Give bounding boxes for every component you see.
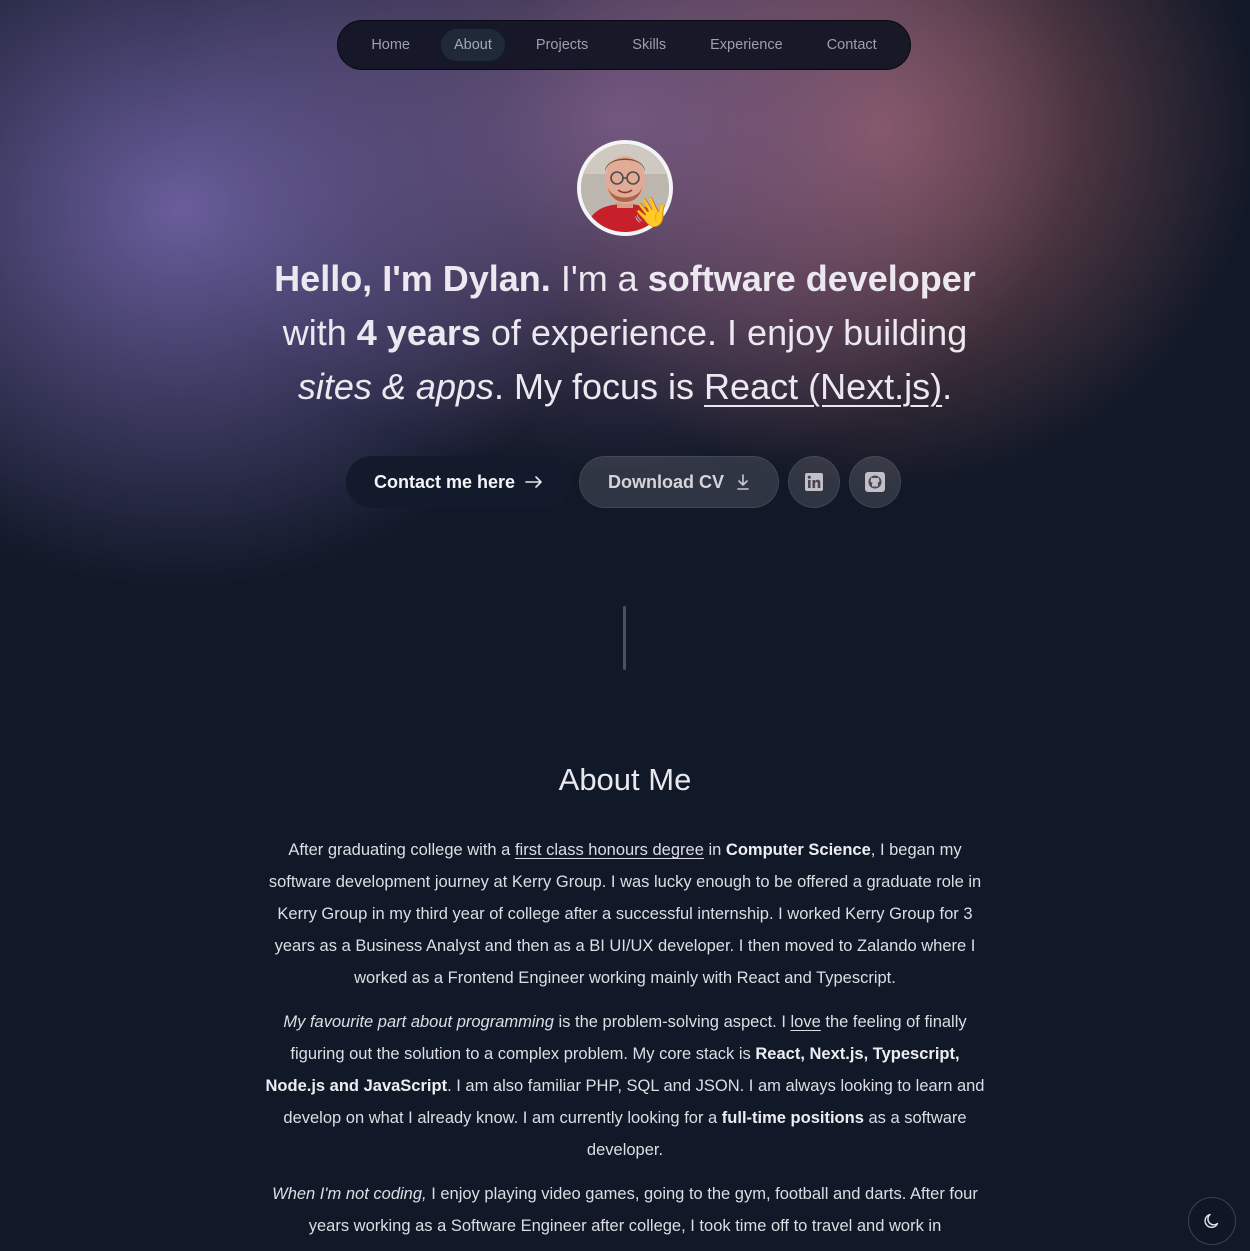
about-italic: My favourite part about programming — [283, 1013, 554, 1031]
linkedin-button[interactable] — [788, 456, 840, 508]
headline-role: software developer — [647, 258, 976, 299]
arrow-right-icon — [525, 476, 542, 488]
about-text: is the problem-solving aspect. I — [553, 1013, 791, 1031]
about-paragraph-2: My favourite part about programming is t… — [262, 1006, 988, 1166]
about-italic: When I'm not coding, — [272, 1185, 427, 1203]
honours-degree-link[interactable]: first class honours degree — [515, 841, 704, 859]
download-cv-label: Download CV — [608, 471, 724, 492]
headline-text: . My focus is — [494, 366, 705, 407]
headline-text: of experience. I enjoy building — [480, 312, 968, 353]
top-navigation: Home About Projects Skills Experience Co… — [337, 20, 911, 70]
headline-text: I'm a — [550, 258, 648, 299]
headline-text: . — [942, 366, 953, 407]
download-icon — [737, 474, 749, 490]
github-icon — [865, 472, 885, 492]
nav-item-about[interactable]: About — [441, 29, 505, 61]
waving-hand-icon: 👋 — [632, 196, 670, 229]
about-title: About Me — [558, 762, 692, 797]
about-paragraph-1: After graduating college with a first cl… — [262, 834, 988, 994]
headline-text: with — [282, 312, 357, 353]
contact-me-label: Contact me here — [373, 471, 516, 492]
about-text: , I began my software development journe… — [268, 841, 982, 987]
headline-focus-link[interactable]: React (Next.js) — [704, 366, 942, 407]
nav-item-contact[interactable]: Contact — [814, 29, 890, 61]
about-text: in — [703, 841, 726, 859]
moon-icon — [1204, 1213, 1219, 1228]
hero-headline: Hello, I'm Dylan. I'm a software develop… — [225, 252, 1025, 414]
about-emphasis: full-time positions — [721, 1109, 864, 1127]
scroll-indicator — [623, 606, 626, 670]
nav-item-skills[interactable]: Skills — [619, 29, 679, 61]
contact-me-button[interactable]: Contact me here — [346, 456, 571, 508]
about-text: After graduating college with a — [288, 841, 515, 859]
linkedin-icon — [805, 473, 823, 491]
nav-item-home[interactable]: Home — [358, 29, 423, 61]
about-underline: love — [790, 1013, 821, 1031]
github-button[interactable] — [849, 456, 901, 508]
headline-sites-apps: sites & apps — [297, 366, 494, 407]
about-paragraph-3: When I'm not coding, I enjoy playing vid… — [262, 1178, 988, 1242]
headline-years: 4 years — [356, 312, 481, 353]
about-emphasis: Computer Science — [725, 841, 871, 859]
headline-greeting: Hello, I'm Dylan. — [274, 258, 551, 299]
theme-toggle-button[interactable] — [1188, 1197, 1236, 1245]
download-cv-button[interactable]: Download CV — [579, 456, 779, 508]
nav-item-experience[interactable]: Experience — [697, 29, 796, 61]
nav-item-projects[interactable]: Projects — [523, 29, 601, 61]
